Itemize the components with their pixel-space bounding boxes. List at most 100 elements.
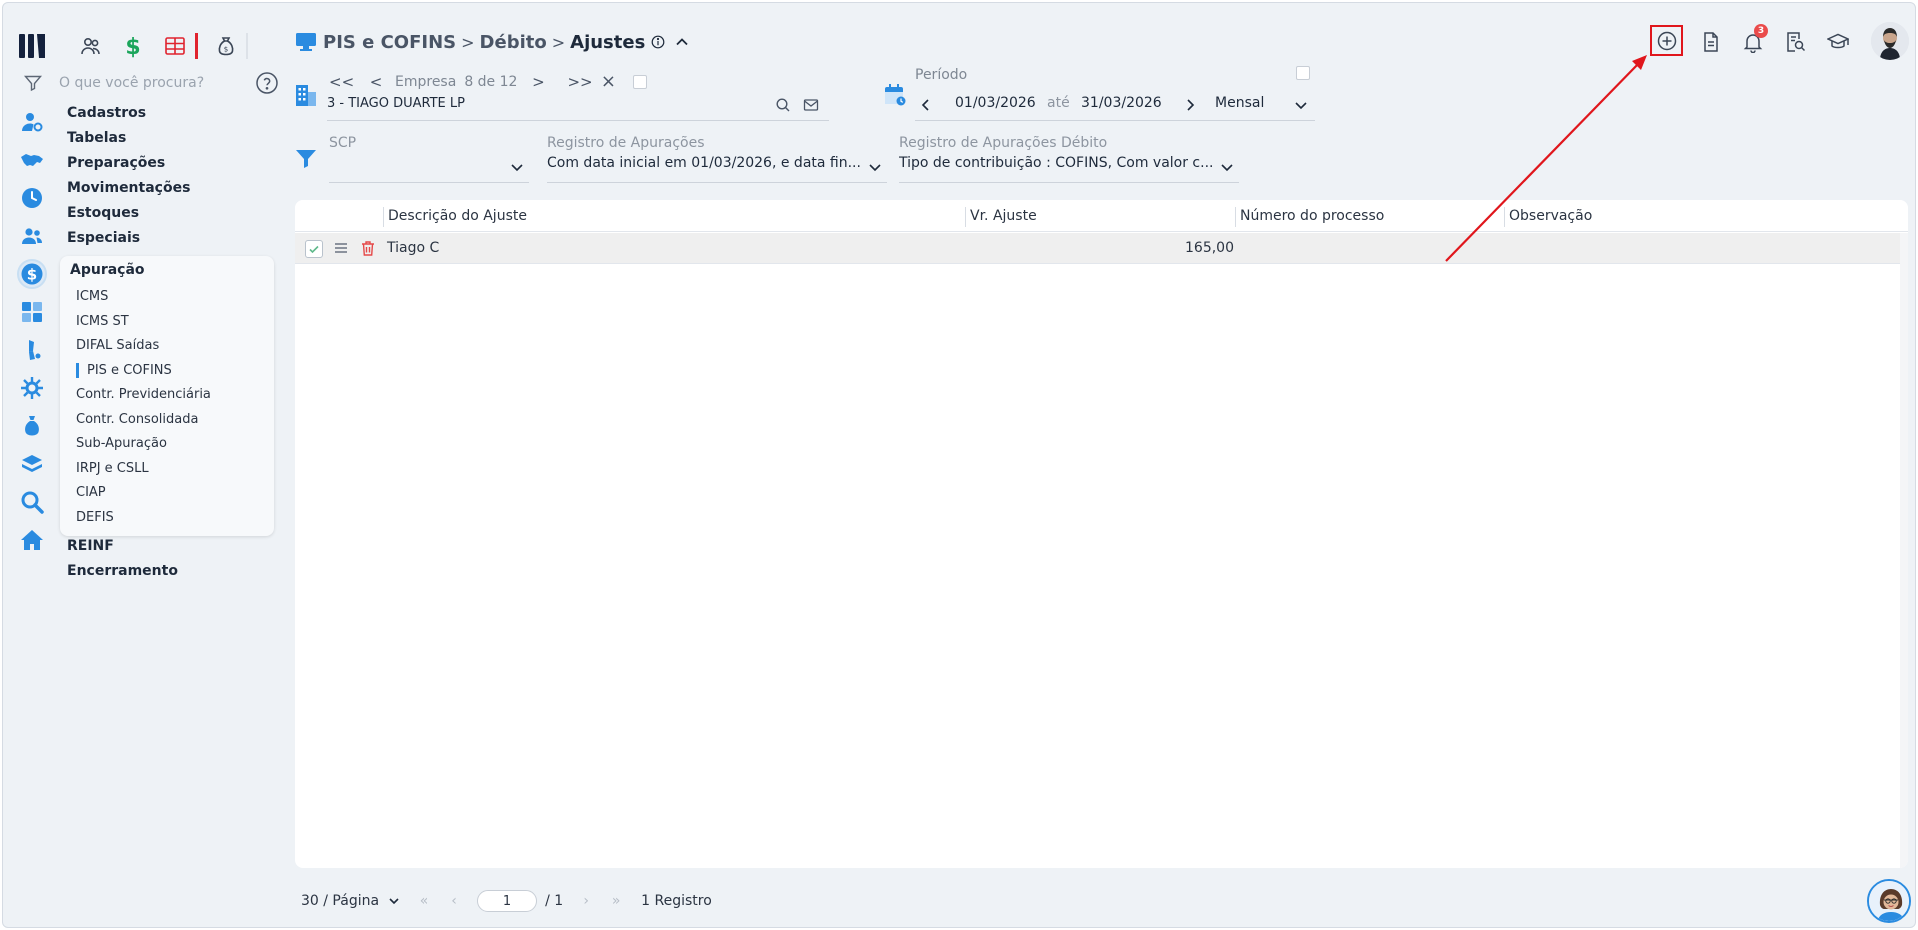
- periodo-checkbox[interactable]: [1296, 66, 1310, 80]
- breadcrumb-debito[interactable]: Débito: [480, 32, 547, 53]
- column-descricao[interactable]: Descrição do Ajuste: [388, 208, 527, 224]
- sidebar-item-cadastros[interactable]: Cadastros: [67, 105, 146, 121]
- first-company-button[interactable]: <<: [329, 73, 354, 91]
- filter-scp-select[interactable]: [329, 155, 529, 183]
- notifications-button[interactable]: 3: [1738, 24, 1768, 57]
- sidebar-item-encerramento[interactable]: Encerramento: [67, 563, 178, 579]
- submenu-item-contr-consolidada[interactable]: Contr. Consolidada: [76, 412, 198, 427]
- submenu-item-contr-previdenciaria[interactable]: Contr. Previdenciária: [76, 387, 211, 402]
- handshake-icon[interactable]: [17, 145, 47, 175]
- next-period-icon[interactable]: [1183, 98, 1197, 112]
- drag-handle-icon[interactable]: [333, 240, 349, 256]
- bag-icon[interactable]: [17, 411, 47, 441]
- sidebar-item-reinf[interactable]: REINF: [67, 538, 114, 554]
- help-icon[interactable]: [255, 71, 279, 95]
- dollar-icon[interactable]: $: [119, 32, 147, 60]
- page-size-value: 30 / Página: [301, 893, 380, 909]
- filter-registro-select[interactable]: Com data inicial em 01/03/2026, e data f…: [547, 155, 887, 183]
- column-observacao[interactable]: Observação: [1509, 208, 1592, 224]
- chevron-up-icon[interactable]: [673, 33, 691, 51]
- document-button[interactable]: [1696, 27, 1726, 57]
- clear-company-button[interactable]: ×: [597, 71, 619, 92]
- monitor-icon: [296, 33, 316, 51]
- empresa-position: 8 de 12: [464, 73, 518, 90]
- layers-icon[interactable]: [17, 449, 47, 479]
- chevron-down-icon: [511, 164, 523, 172]
- period-start-input[interactable]: 01/03/2026: [955, 95, 1036, 111]
- sidebar-item-especiais[interactable]: Especiais: [67, 230, 140, 246]
- graduation-button[interactable]: [1823, 27, 1853, 57]
- column-divider[interactable]: [1504, 207, 1505, 227]
- sidebar-item-tabelas[interactable]: Tabelas: [67, 130, 126, 146]
- home-icon[interactable]: [17, 525, 47, 555]
- column-valor[interactable]: Vr. Ajuste: [970, 208, 1037, 224]
- submenu-item-ciap[interactable]: CIAP: [76, 485, 106, 500]
- assistant-avatar[interactable]: [1867, 879, 1911, 923]
- row-checkbox[interactable]: [305, 240, 323, 258]
- column-divider[interactable]: [383, 207, 384, 227]
- add-button[interactable]: [1650, 25, 1683, 56]
- info-icon[interactable]: [651, 35, 665, 49]
- submenu-item-pis-cofins[interactable]: PIS e COFINS: [76, 363, 172, 378]
- filter-registro[interactable]: Registro de Apurações Com data inicial e…: [547, 135, 887, 183]
- funnel-icon[interactable]: [295, 147, 317, 169]
- users-icon[interactable]: [17, 221, 47, 251]
- dollar-circle-icon[interactable]: $: [17, 259, 47, 289]
- prev-period-icon[interactable]: [919, 98, 933, 112]
- empresa-checkbox[interactable]: [633, 74, 648, 89]
- sidebar-item-movimentacoes[interactable]: Movimentações: [67, 180, 190, 196]
- search-input[interactable]: [59, 75, 249, 91]
- calculator-icon[interactable]: [17, 297, 47, 327]
- submenu-item-difal[interactable]: DIFAL Saídas: [76, 338, 159, 353]
- last-page-button[interactable]: »: [609, 893, 623, 909]
- filter-icon[interactable]: [23, 73, 43, 93]
- table-row[interactable]: Tiago C 165,00: [295, 233, 1908, 264]
- prev-company-button[interactable]: <: [365, 73, 387, 91]
- records-count: 1 Registro: [641, 893, 712, 909]
- filter-scp[interactable]: SCP: [329, 135, 529, 183]
- sidebar-item-preparacoes[interactable]: Preparações: [67, 155, 165, 171]
- submenu-item-icms-st[interactable]: ICMS ST: [76, 314, 129, 329]
- empresa-field[interactable]: 3 - TIAGO DUARTE LP: [327, 93, 829, 121]
- prev-page-button[interactable]: ‹: [447, 893, 461, 909]
- first-page-button[interactable]: «: [417, 893, 431, 909]
- people-icon[interactable]: [77, 32, 105, 60]
- report-search-icon: [1787, 32, 1806, 52]
- chevron-down-icon[interactable]: [1293, 97, 1309, 113]
- magnifier-icon[interactable]: [17, 487, 47, 517]
- submenu-item-defis[interactable]: DEFIS: [76, 510, 114, 525]
- breadcrumb-separator: >: [461, 32, 475, 52]
- period-end-input[interactable]: 31/03/2026: [1081, 95, 1162, 111]
- period-frequency-select[interactable]: Mensal: [1215, 95, 1264, 111]
- search-icon[interactable]: [775, 97, 791, 113]
- column-divider[interactable]: [1235, 207, 1236, 227]
- trash-icon[interactable]: [359, 239, 377, 257]
- gear-network-icon[interactable]: [17, 373, 47, 403]
- grid-report-icon[interactable]: [161, 32, 189, 60]
- table-scrollbar[interactable]: [1900, 233, 1908, 868]
- pen-tool-icon[interactable]: [17, 335, 47, 365]
- last-company-button[interactable]: >>: [567, 73, 592, 91]
- submenu-item-irpj-csll[interactable]: IRPJ e CSLL: [76, 461, 149, 476]
- filter-registro-debito-select[interactable]: Tipo de contribuição : COFINS, Com valor…: [899, 155, 1239, 183]
- logo-icon[interactable]: [17, 31, 47, 61]
- sidebar-item-estoques[interactable]: Estoques: [67, 205, 139, 221]
- next-company-button[interactable]: >: [527, 73, 549, 91]
- user-gear-icon[interactable]: [17, 107, 47, 137]
- submenu-item-sub-apuracao[interactable]: Sub-Apuração: [76, 436, 167, 451]
- submenu-item-icms[interactable]: ICMS: [76, 289, 108, 304]
- page-size-select[interactable]: 30 / Página: [301, 893, 401, 909]
- column-processo[interactable]: Número do processo: [1240, 208, 1384, 224]
- submenu-title[interactable]: Apuração: [70, 262, 145, 278]
- chevron-down-icon: [1221, 164, 1233, 172]
- column-divider[interactable]: [965, 207, 966, 227]
- filter-registro-debito[interactable]: Registro de Apurações Débito Tipo de con…: [899, 135, 1239, 183]
- avatar[interactable]: [1871, 22, 1909, 60]
- money-bag-icon[interactable]: $: [212, 32, 240, 60]
- next-page-button[interactable]: ›: [579, 893, 593, 909]
- mail-icon[interactable]: [803, 97, 819, 113]
- clock-icon[interactable]: [17, 183, 47, 213]
- breadcrumb-pis-cofins[interactable]: PIS e COFINS: [323, 32, 456, 53]
- page-number-input[interactable]: [477, 890, 538, 912]
- report-search-button[interactable]: [1780, 27, 1810, 57]
